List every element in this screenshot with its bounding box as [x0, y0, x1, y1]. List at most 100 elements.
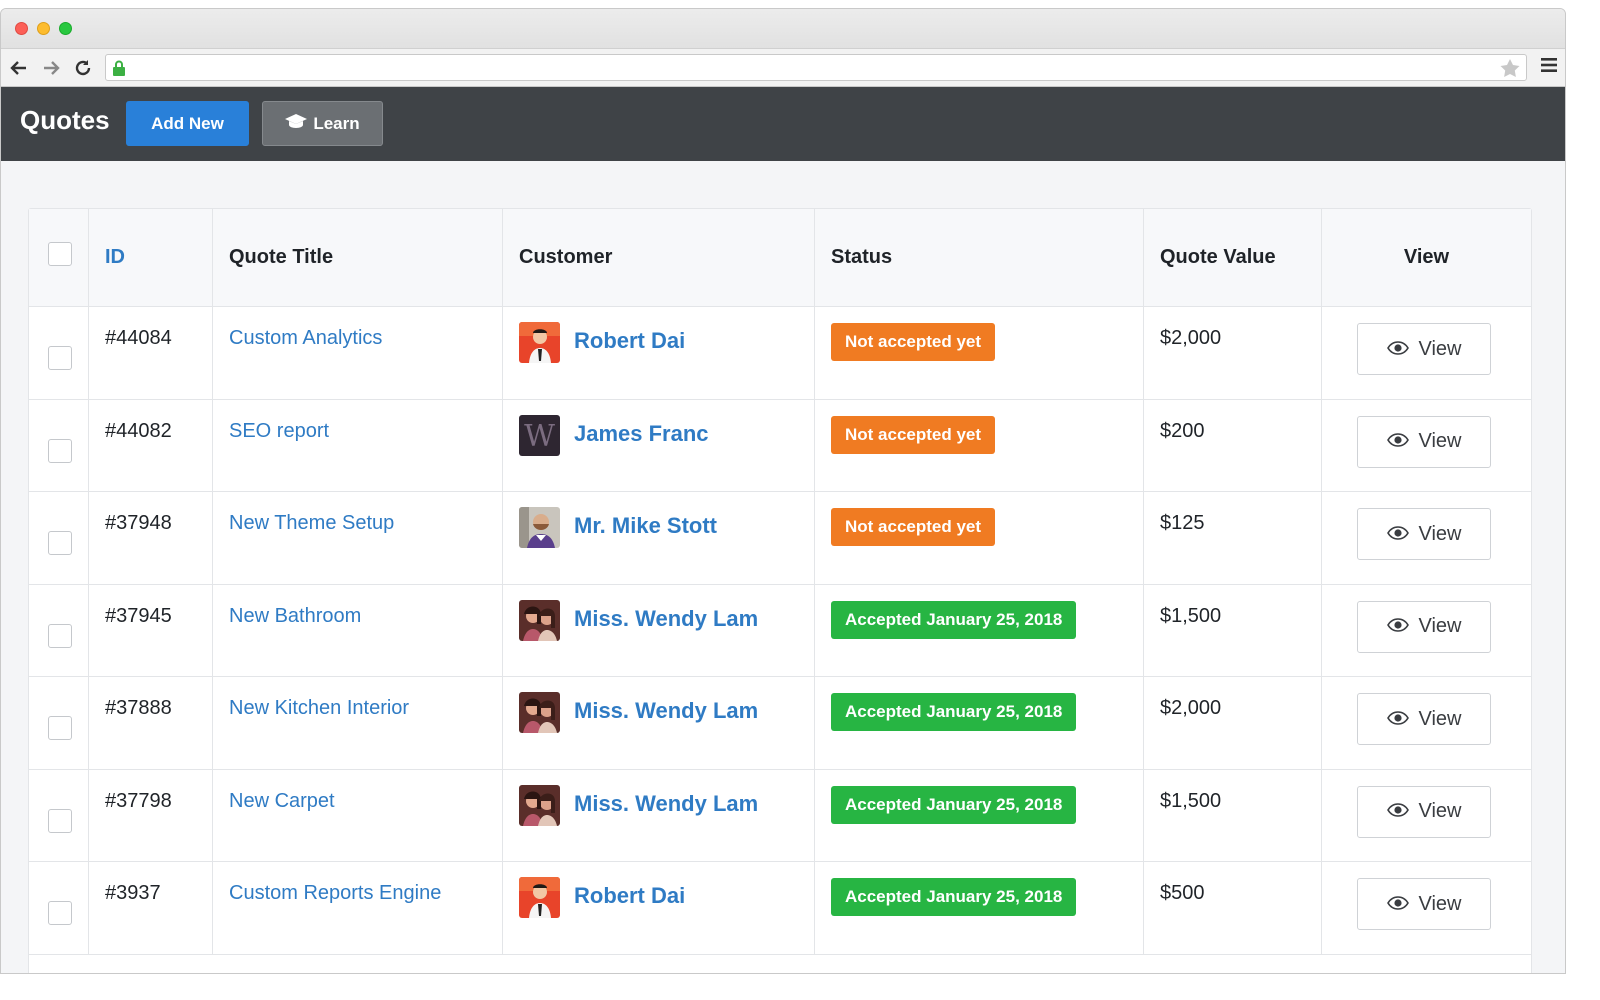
- row-select-checkbox[interactable]: [48, 623, 72, 648]
- quote-title-link[interactable]: New Bathroom: [229, 605, 361, 628]
- column-header-customer: Customer: [519, 246, 613, 268]
- status-badge: Accepted January 25, 2018: [831, 878, 1077, 916]
- customer-avatar: [519, 507, 560, 548]
- view-button-label: View: [1418, 707, 1462, 730]
- svg-text:W: W: [524, 419, 555, 454]
- column-header-view: View: [1403, 246, 1450, 268]
- customer-name-link[interactable]: Robert Dai: [574, 328, 685, 354]
- minimize-window-button[interactable]: [37, 22, 50, 35]
- page-title: Quotes: [20, 105, 110, 135]
- quote-value: $2,000: [1160, 697, 1222, 719]
- quote-id: #37948: [105, 512, 172, 534]
- row-select-checkbox[interactable]: [48, 808, 72, 833]
- view-quote-button[interactable]: View: [1357, 415, 1491, 468]
- eye-icon: [1386, 523, 1409, 546]
- view-button-label: View: [1418, 615, 1462, 637]
- view-button-label: View: [1418, 522, 1462, 545]
- forward-icon[interactable]: [37, 54, 65, 82]
- customer-name-link[interactable]: Miss. Wendy Lam: [574, 791, 758, 817]
- status-badge: Accepted January 25, 2018: [831, 693, 1077, 731]
- status-badge: Not accepted yet: [831, 323, 996, 361]
- quote-title-link[interactable]: Custom Reports Engine: [229, 882, 441, 905]
- quote-id: #3937: [105, 882, 161, 904]
- browser-toolbar: [1, 49, 1565, 87]
- customer-name-link[interactable]: Mr. Mike Stott: [574, 513, 717, 539]
- view-quote-button[interactable]: View: [1357, 508, 1491, 560]
- row-select-checkbox[interactable]: [48, 716, 72, 740]
- eye-icon: [1386, 338, 1409, 361]
- quote-value: $500: [1160, 882, 1205, 904]
- back-icon[interactable]: [5, 54, 33, 82]
- row-select-checkbox[interactable]: [48, 346, 72, 370]
- eye-icon: [1386, 430, 1409, 453]
- customer-name-link[interactable]: Miss. Wendy Lam: [574, 698, 758, 724]
- address-bar[interactable]: [105, 54, 1527, 81]
- table-row: #37945 New Bathroom Miss. Wendy Lam Acce…: [29, 584, 1531, 677]
- quote-title-link[interactable]: New Carpet: [229, 790, 335, 813]
- lock-icon: [112, 60, 126, 81]
- reload-icon[interactable]: [69, 54, 97, 82]
- quote-value: $1,500: [1160, 604, 1222, 627]
- view-quote-button[interactable]: View: [1357, 693, 1491, 745]
- status-badge: Accepted January 25, 2018: [831, 600, 1077, 639]
- browser-window: Quotes Add New Learn ID Quote Title Cust…: [0, 8, 1566, 974]
- table-row: #44082 SEO report W James Franc Not acce…: [29, 399, 1531, 492]
- status-badge: Not accepted yet: [831, 508, 996, 546]
- quote-value: $200: [1160, 419, 1205, 442]
- quote-id: #44084: [105, 327, 172, 349]
- row-select-checkbox[interactable]: [48, 438, 72, 463]
- column-header-id[interactable]: ID: [105, 246, 125, 269]
- table-row: #37798 New Carpet Miss. Wendy Lam Accept…: [29, 769, 1531, 862]
- quote-id: #37888: [105, 697, 172, 719]
- table-row: #44084 Custom Analytics Robert Dai Not a…: [29, 307, 1531, 400]
- quote-value: $125: [1160, 512, 1205, 534]
- learn-button-label: Learn: [313, 113, 360, 133]
- row-select-checkbox[interactable]: [48, 531, 72, 555]
- view-button-label: View: [1418, 430, 1462, 452]
- customer-name-link[interactable]: Miss. Wendy Lam: [574, 606, 758, 632]
- quote-id: #37798: [105, 789, 172, 812]
- column-header-title: Quote Title: [229, 246, 334, 268]
- view-quote-button[interactable]: View: [1357, 600, 1491, 653]
- close-window-button[interactable]: [15, 22, 28, 35]
- quote-id: #37945: [105, 604, 172, 627]
- add-new-button[interactable]: Add New: [126, 101, 249, 146]
- quote-value: $1,500: [1160, 789, 1222, 812]
- status-badge: Not accepted yet: [831, 415, 996, 454]
- eye-icon: [1386, 615, 1409, 638]
- main-content: ID Quote Title Customer Status Quote Val…: [1, 163, 1565, 973]
- customer-avatar: [519, 784, 560, 826]
- column-header-status: Status: [831, 246, 893, 268]
- customer-name-link[interactable]: Robert Dai: [574, 883, 685, 909]
- table-header-row: ID Quote Title Customer Status Quote Val…: [29, 209, 1531, 307]
- graduation-cap-icon: [285, 113, 308, 134]
- view-quote-button[interactable]: View: [1357, 323, 1491, 375]
- customer-avatar: [519, 877, 560, 918]
- column-header-value: Quote Value: [1160, 246, 1276, 268]
- maximize-window-button[interactable]: [59, 22, 72, 35]
- customer-name-link[interactable]: James Franc: [574, 421, 709, 447]
- title-bar: [1, 9, 1565, 49]
- select-all-checkbox[interactable]: [48, 242, 72, 266]
- quote-value: $2,000: [1160, 327, 1222, 349]
- row-select-checkbox[interactable]: [48, 901, 72, 925]
- quotes-table: ID Quote Title Customer Status Quote Val…: [28, 208, 1532, 973]
- quote-title-link[interactable]: New Theme Setup: [229, 512, 394, 535]
- view-button-label: View: [1418, 337, 1462, 360]
- view-quote-button[interactable]: View: [1357, 785, 1491, 838]
- view-button-label: View: [1418, 800, 1462, 822]
- customer-avatar: [519, 692, 560, 733]
- browser-menu-icon[interactable]: [1541, 57, 1557, 78]
- customer-avatar: [519, 599, 560, 641]
- table-row: #37948 New Theme Setup Mr. Mike Stott No…: [29, 492, 1531, 585]
- bookmark-star-icon[interactable]: [1500, 59, 1520, 82]
- eye-icon: [1386, 800, 1409, 823]
- quote-title-link[interactable]: Custom Analytics: [229, 327, 382, 350]
- view-quote-button[interactable]: View: [1357, 878, 1491, 930]
- status-badge: Accepted January 25, 2018: [831, 785, 1077, 824]
- customer-avatar: W: [519, 414, 560, 456]
- learn-button[interactable]: Learn: [262, 101, 383, 146]
- app-header: Quotes Add New Learn: [1, 87, 1565, 161]
- quote-title-link[interactable]: New Kitchen Interior: [229, 697, 409, 720]
- quote-title-link[interactable]: SEO report: [229, 420, 329, 443]
